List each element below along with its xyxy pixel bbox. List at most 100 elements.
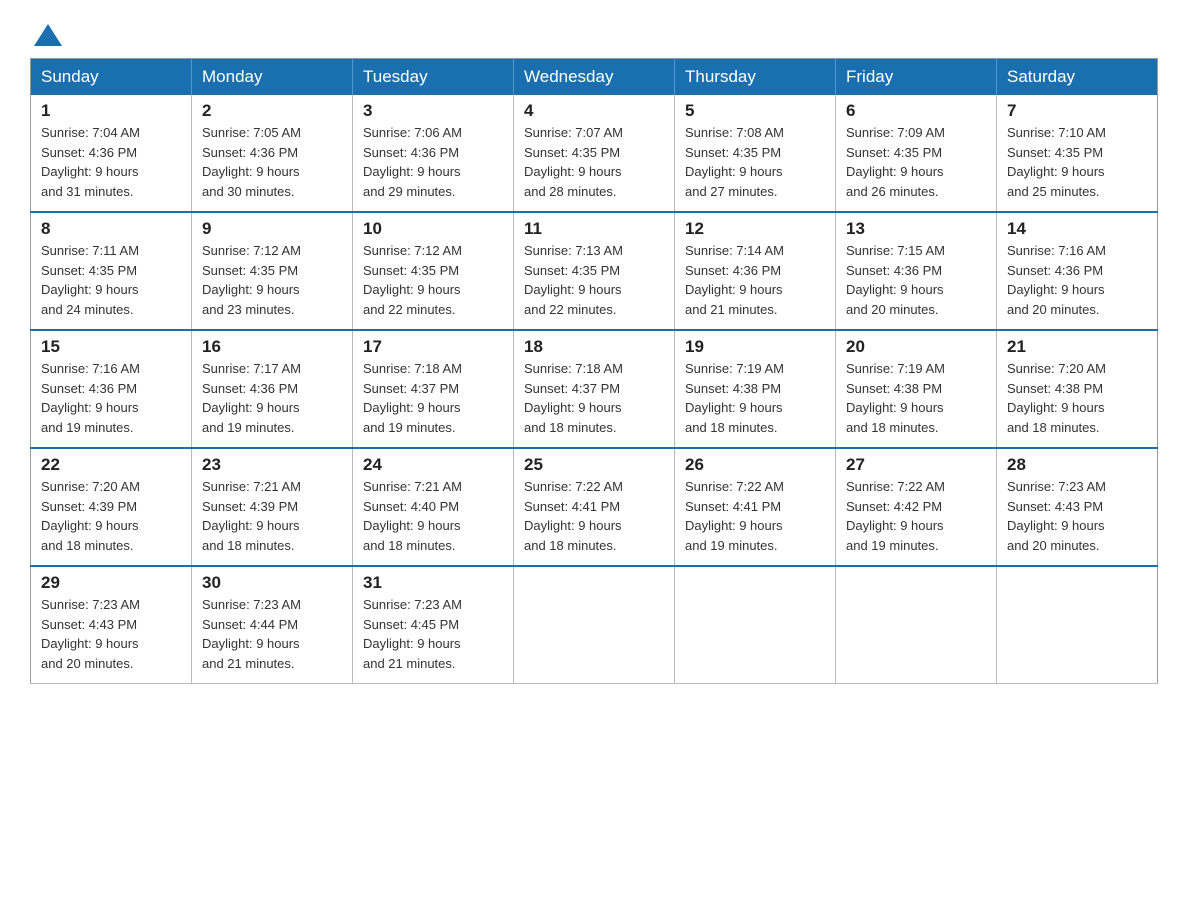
calendar-cell: 16 Sunrise: 7:17 AMSunset: 4:36 PMDaylig… — [192, 330, 353, 448]
weekday-header-monday: Monday — [192, 59, 353, 96]
calendar-cell: 20 Sunrise: 7:19 AMSunset: 4:38 PMDaylig… — [836, 330, 997, 448]
calendar-cell: 8 Sunrise: 7:11 AMSunset: 4:35 PMDayligh… — [31, 212, 192, 330]
day-number: 24 — [363, 455, 503, 475]
day-info: Sunrise: 7:18 AMSunset: 4:37 PMDaylight:… — [363, 361, 462, 435]
day-info: Sunrise: 7:08 AMSunset: 4:35 PMDaylight:… — [685, 125, 784, 199]
calendar-cell: 19 Sunrise: 7:19 AMSunset: 4:38 PMDaylig… — [675, 330, 836, 448]
weekday-header-thursday: Thursday — [675, 59, 836, 96]
day-number: 10 — [363, 219, 503, 239]
day-number: 11 — [524, 219, 664, 239]
calendar-cell: 6 Sunrise: 7:09 AMSunset: 4:35 PMDayligh… — [836, 95, 997, 212]
weekday-header-sunday: Sunday — [31, 59, 192, 96]
calendar-cell: 11 Sunrise: 7:13 AMSunset: 4:35 PMDaylig… — [514, 212, 675, 330]
day-number: 2 — [202, 101, 342, 121]
calendar-cell: 29 Sunrise: 7:23 AMSunset: 4:43 PMDaylig… — [31, 566, 192, 684]
day-number: 14 — [1007, 219, 1147, 239]
day-info: Sunrise: 7:17 AMSunset: 4:36 PMDaylight:… — [202, 361, 301, 435]
week-row-3: 15 Sunrise: 7:16 AMSunset: 4:36 PMDaylig… — [31, 330, 1158, 448]
day-info: Sunrise: 7:19 AMSunset: 4:38 PMDaylight:… — [685, 361, 784, 435]
week-row-2: 8 Sunrise: 7:11 AMSunset: 4:35 PMDayligh… — [31, 212, 1158, 330]
day-info: Sunrise: 7:15 AMSunset: 4:36 PMDaylight:… — [846, 243, 945, 317]
weekday-header-tuesday: Tuesday — [353, 59, 514, 96]
calendar-cell: 17 Sunrise: 7:18 AMSunset: 4:37 PMDaylig… — [353, 330, 514, 448]
day-number: 15 — [41, 337, 181, 357]
day-info: Sunrise: 7:16 AMSunset: 4:36 PMDaylight:… — [41, 361, 140, 435]
weekday-header-friday: Friday — [836, 59, 997, 96]
day-info: Sunrise: 7:12 AMSunset: 4:35 PMDaylight:… — [363, 243, 462, 317]
calendar-cell: 13 Sunrise: 7:15 AMSunset: 4:36 PMDaylig… — [836, 212, 997, 330]
calendar-cell: 28 Sunrise: 7:23 AMSunset: 4:43 PMDaylig… — [997, 448, 1158, 566]
day-number: 17 — [363, 337, 503, 357]
logo — [30, 20, 62, 42]
calendar-cell: 26 Sunrise: 7:22 AMSunset: 4:41 PMDaylig… — [675, 448, 836, 566]
day-info: Sunrise: 7:11 AMSunset: 4:35 PMDaylight:… — [41, 243, 139, 317]
day-info: Sunrise: 7:23 AMSunset: 4:44 PMDaylight:… — [202, 597, 301, 671]
day-info: Sunrise: 7:14 AMSunset: 4:36 PMDaylight:… — [685, 243, 784, 317]
day-number: 16 — [202, 337, 342, 357]
day-number: 27 — [846, 455, 986, 475]
day-number: 13 — [846, 219, 986, 239]
day-number: 28 — [1007, 455, 1147, 475]
day-info: Sunrise: 7:06 AMSunset: 4:36 PMDaylight:… — [363, 125, 462, 199]
page-header — [30, 20, 1158, 42]
day-number: 30 — [202, 573, 342, 593]
day-info: Sunrise: 7:22 AMSunset: 4:42 PMDaylight:… — [846, 479, 945, 553]
calendar-cell: 3 Sunrise: 7:06 AMSunset: 4:36 PMDayligh… — [353, 95, 514, 212]
weekday-header-saturday: Saturday — [997, 59, 1158, 96]
day-number: 22 — [41, 455, 181, 475]
day-info: Sunrise: 7:07 AMSunset: 4:35 PMDaylight:… — [524, 125, 623, 199]
day-info: Sunrise: 7:04 AMSunset: 4:36 PMDaylight:… — [41, 125, 140, 199]
logo-triangle-icon — [34, 24, 62, 46]
weekday-header-wednesday: Wednesday — [514, 59, 675, 96]
day-number: 19 — [685, 337, 825, 357]
calendar-cell: 23 Sunrise: 7:21 AMSunset: 4:39 PMDaylig… — [192, 448, 353, 566]
day-number: 5 — [685, 101, 825, 121]
day-number: 6 — [846, 101, 986, 121]
day-info: Sunrise: 7:20 AMSunset: 4:38 PMDaylight:… — [1007, 361, 1106, 435]
day-info: Sunrise: 7:20 AMSunset: 4:39 PMDaylight:… — [41, 479, 140, 553]
calendar-cell: 22 Sunrise: 7:20 AMSunset: 4:39 PMDaylig… — [31, 448, 192, 566]
calendar-cell: 31 Sunrise: 7:23 AMSunset: 4:45 PMDaylig… — [353, 566, 514, 684]
day-info: Sunrise: 7:16 AMSunset: 4:36 PMDaylight:… — [1007, 243, 1106, 317]
calendar-cell — [997, 566, 1158, 684]
calendar-cell: 14 Sunrise: 7:16 AMSunset: 4:36 PMDaylig… — [997, 212, 1158, 330]
calendar-cell: 27 Sunrise: 7:22 AMSunset: 4:42 PMDaylig… — [836, 448, 997, 566]
calendar-cell — [675, 566, 836, 684]
day-number: 18 — [524, 337, 664, 357]
calendar-cell: 21 Sunrise: 7:20 AMSunset: 4:38 PMDaylig… — [997, 330, 1158, 448]
day-info: Sunrise: 7:22 AMSunset: 4:41 PMDaylight:… — [685, 479, 784, 553]
day-info: Sunrise: 7:09 AMSunset: 4:35 PMDaylight:… — [846, 125, 945, 199]
week-row-1: 1 Sunrise: 7:04 AMSunset: 4:36 PMDayligh… — [31, 95, 1158, 212]
calendar-cell: 7 Sunrise: 7:10 AMSunset: 4:35 PMDayligh… — [997, 95, 1158, 212]
calendar-cell: 18 Sunrise: 7:18 AMSunset: 4:37 PMDaylig… — [514, 330, 675, 448]
day-info: Sunrise: 7:18 AMSunset: 4:37 PMDaylight:… — [524, 361, 623, 435]
calendar-table: SundayMondayTuesdayWednesdayThursdayFrid… — [30, 58, 1158, 684]
day-info: Sunrise: 7:23 AMSunset: 4:43 PMDaylight:… — [1007, 479, 1106, 553]
day-info: Sunrise: 7:05 AMSunset: 4:36 PMDaylight:… — [202, 125, 301, 199]
day-number: 7 — [1007, 101, 1147, 121]
calendar-cell: 2 Sunrise: 7:05 AMSunset: 4:36 PMDayligh… — [192, 95, 353, 212]
day-number: 1 — [41, 101, 181, 121]
weekday-header-row: SundayMondayTuesdayWednesdayThursdayFrid… — [31, 59, 1158, 96]
day-number: 29 — [41, 573, 181, 593]
day-info: Sunrise: 7:19 AMSunset: 4:38 PMDaylight:… — [846, 361, 945, 435]
calendar-cell: 15 Sunrise: 7:16 AMSunset: 4:36 PMDaylig… — [31, 330, 192, 448]
day-info: Sunrise: 7:21 AMSunset: 4:39 PMDaylight:… — [202, 479, 301, 553]
calendar-cell: 5 Sunrise: 7:08 AMSunset: 4:35 PMDayligh… — [675, 95, 836, 212]
calendar-cell: 1 Sunrise: 7:04 AMSunset: 4:36 PMDayligh… — [31, 95, 192, 212]
day-number: 21 — [1007, 337, 1147, 357]
calendar-cell — [836, 566, 997, 684]
calendar-cell: 10 Sunrise: 7:12 AMSunset: 4:35 PMDaylig… — [353, 212, 514, 330]
day-number: 3 — [363, 101, 503, 121]
day-number: 25 — [524, 455, 664, 475]
week-row-5: 29 Sunrise: 7:23 AMSunset: 4:43 PMDaylig… — [31, 566, 1158, 684]
calendar-cell: 30 Sunrise: 7:23 AMSunset: 4:44 PMDaylig… — [192, 566, 353, 684]
calendar-cell: 12 Sunrise: 7:14 AMSunset: 4:36 PMDaylig… — [675, 212, 836, 330]
day-info: Sunrise: 7:13 AMSunset: 4:35 PMDaylight:… — [524, 243, 623, 317]
day-info: Sunrise: 7:21 AMSunset: 4:40 PMDaylight:… — [363, 479, 462, 553]
day-number: 8 — [41, 219, 181, 239]
day-number: 12 — [685, 219, 825, 239]
day-number: 23 — [202, 455, 342, 475]
day-number: 9 — [202, 219, 342, 239]
day-info: Sunrise: 7:22 AMSunset: 4:41 PMDaylight:… — [524, 479, 623, 553]
